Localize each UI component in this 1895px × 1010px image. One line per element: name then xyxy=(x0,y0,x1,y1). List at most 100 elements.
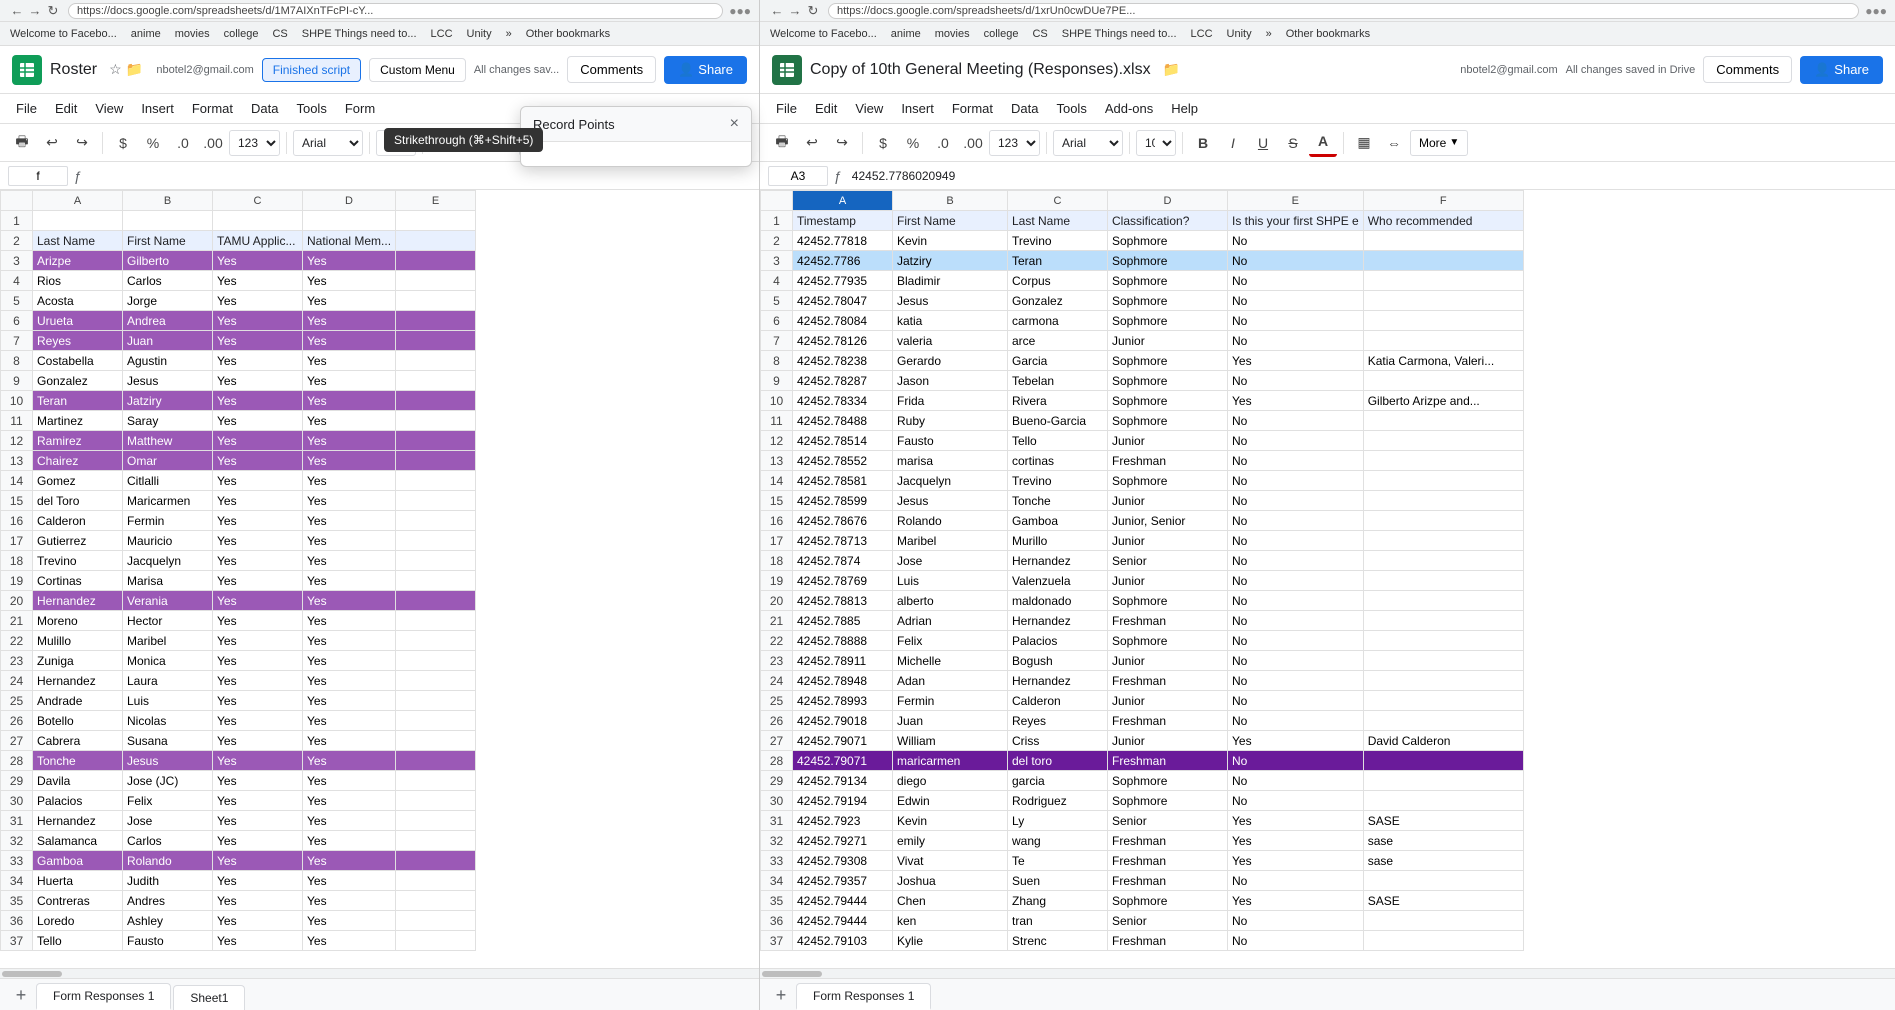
r-share-btn[interactable]: 👤 Share xyxy=(1800,56,1883,84)
r-cell-ref[interactable]: A3 xyxy=(768,166,828,186)
r-font-size-select[interactable]: 1010 xyxy=(1136,130,1176,156)
folder-icon[interactable]: 📁 xyxy=(126,61,143,78)
col-header-b[interactable]: B xyxy=(123,191,213,211)
r-menu-file[interactable]: File xyxy=(768,97,805,120)
r-add-sheet-btn[interactable]: + xyxy=(768,982,794,1008)
bm-shpe[interactable]: SHPE Things need to... xyxy=(298,27,421,41)
r-tab-form-responses[interactable]: Form Responses 1 xyxy=(796,983,931,1010)
r-menu-edit[interactable]: Edit xyxy=(807,97,845,120)
left-scrollbar[interactable] xyxy=(0,968,759,978)
formula-content[interactable] xyxy=(88,174,751,178)
bm-lcc[interactable]: LCC xyxy=(427,27,457,41)
r-col-header-a[interactable]: A xyxy=(793,191,893,211)
decimal-inc-btn[interactable]: .00 xyxy=(199,129,227,157)
r-border-btn[interactable]: ▦ xyxy=(1350,129,1378,157)
print-btn[interactable]: 🖶 xyxy=(8,129,36,157)
add-sheet-btn[interactable]: + xyxy=(8,982,34,1008)
dialog-close-btn[interactable]: × xyxy=(730,115,739,133)
r-redo-btn[interactable]: ↪ xyxy=(828,129,856,157)
r-decimal-dec-btn[interactable]: .0 xyxy=(929,129,957,157)
scroll-thumb[interactable] xyxy=(2,971,62,977)
undo-btn[interactable]: ↩ xyxy=(38,129,66,157)
url-bar[interactable]: https://docs.google.com/spreadsheets/d/1… xyxy=(68,3,723,19)
r-menu-format[interactable]: Format xyxy=(944,97,1001,120)
r-underline-btn[interactable]: U xyxy=(1249,129,1277,157)
bm-more[interactable]: » xyxy=(502,27,516,41)
menu-file[interactable]: File xyxy=(8,97,45,120)
r-col-header-c[interactable]: C xyxy=(1008,191,1108,211)
r-bm-more[interactable]: » xyxy=(1262,27,1276,41)
r-bm-anime[interactable]: anime xyxy=(887,27,925,41)
r-bm-other[interactable]: Other bookmarks xyxy=(1282,27,1374,41)
r-comments-btn[interactable]: Comments xyxy=(1703,56,1792,83)
r-menu-help[interactable]: Help xyxy=(1163,97,1206,120)
forward-btn[interactable]: → xyxy=(26,2,44,20)
r-bm-movies[interactable]: movies xyxy=(931,27,974,41)
r-more-btn[interactable]: More ▼ xyxy=(1410,130,1468,156)
r-scroll-thumb[interactable] xyxy=(762,971,822,977)
r-bold-btn[interactable]: B xyxy=(1189,129,1217,157)
r-menu-insert[interactable]: Insert xyxy=(893,97,942,120)
menu-insert[interactable]: Insert xyxy=(133,97,182,120)
r-back-btn[interactable]: ← xyxy=(768,2,786,20)
menu-data[interactable]: Data xyxy=(243,97,286,120)
menu-form[interactable]: Form xyxy=(337,97,383,120)
bm-cs[interactable]: CS xyxy=(268,27,291,41)
right-scrollbar[interactable] xyxy=(760,968,1895,978)
r-bm-shpe[interactable]: SHPE Things need to... xyxy=(1058,27,1181,41)
share-btn[interactable]: 👤 Share xyxy=(664,56,747,84)
r-bm-college[interactable]: college xyxy=(980,27,1023,41)
col-header-e[interactable]: E xyxy=(396,191,476,211)
bm-unity[interactable]: Unity xyxy=(463,27,496,41)
r-col-header-d[interactable]: D xyxy=(1108,191,1228,211)
r-folder-icon[interactable]: 📁 xyxy=(1163,61,1180,78)
percent-btn[interactable]: % xyxy=(139,129,167,157)
r-bm-lcc[interactable]: LCC xyxy=(1187,27,1217,41)
r-currency-btn[interactable]: $ xyxy=(869,129,897,157)
reload-btn[interactable]: ↻ xyxy=(44,2,62,20)
r-url-bar[interactable]: https://docs.google.com/spreadsheets/d/1… xyxy=(828,3,1859,19)
col-header-a[interactable]: A xyxy=(33,191,123,211)
format-select[interactable]: 123 xyxy=(229,130,280,156)
r-reload-btn[interactable]: ↻ xyxy=(804,2,822,20)
r-bm-facebook[interactable]: Welcome to Facebo... xyxy=(766,27,881,41)
r-color-btn[interactable]: A xyxy=(1309,129,1337,157)
r-percent-btn[interactable]: % xyxy=(899,129,927,157)
col-header-c[interactable]: C xyxy=(213,191,303,211)
r-col-header-e[interactable]: E xyxy=(1228,191,1364,211)
tab-sheet1[interactable]: Sheet1 xyxy=(173,985,245,1010)
r-font-select[interactable]: ArialArial xyxy=(1053,130,1123,156)
record-points-dialog[interactable]: Record Points × xyxy=(520,106,752,167)
menu-view[interactable]: View xyxy=(87,97,131,120)
star-icon[interactable]: ☆ xyxy=(109,61,122,78)
redo-btn[interactable]: ↪ xyxy=(68,129,96,157)
r-col-header-f[interactable]: F xyxy=(1363,191,1523,211)
bm-movies[interactable]: movies xyxy=(171,27,214,41)
r-bm-cs[interactable]: CS xyxy=(1028,27,1051,41)
r-italic-btn[interactable]: I xyxy=(1219,129,1247,157)
r-menu-view[interactable]: View xyxy=(847,97,891,120)
left-grid[interactable]: A B C D E 1 2 xyxy=(0,190,759,968)
bm-facebook[interactable]: Welcome to Facebo... xyxy=(6,27,121,41)
r-print-btn[interactable]: 🖶 xyxy=(768,129,796,157)
r-forward-btn[interactable]: → xyxy=(786,2,804,20)
r-merge-btn[interactable]: ⇔ xyxy=(1380,129,1408,157)
r-menu-tools[interactable]: Tools xyxy=(1048,97,1094,120)
custom-menu-btn[interactable]: Custom Menu xyxy=(369,58,466,82)
r-strikethrough-btn[interactable]: S xyxy=(1279,129,1307,157)
col-header-d[interactable]: D xyxy=(303,191,396,211)
decimal-dec-btn[interactable]: .0 xyxy=(169,129,197,157)
finished-script-btn[interactable]: Finished script xyxy=(262,58,361,82)
comments-btn[interactable]: Comments xyxy=(567,56,656,83)
bm-college[interactable]: college xyxy=(220,27,263,41)
r-menu-data[interactable]: Data xyxy=(1003,97,1046,120)
r-bm-unity[interactable]: Unity xyxy=(1223,27,1256,41)
r-format-select[interactable]: 123 xyxy=(989,130,1040,156)
menu-tools[interactable]: Tools xyxy=(288,97,334,120)
cell-ref[interactable]: f xyxy=(8,166,68,186)
r-undo-btn[interactable]: ↩ xyxy=(798,129,826,157)
currency-btn[interactable]: $ xyxy=(109,129,137,157)
r-formula-content[interactable]: 42452.7786020949 xyxy=(848,167,1887,185)
bm-anime[interactable]: anime xyxy=(127,27,165,41)
font-select[interactable]: ArialArial xyxy=(293,130,363,156)
